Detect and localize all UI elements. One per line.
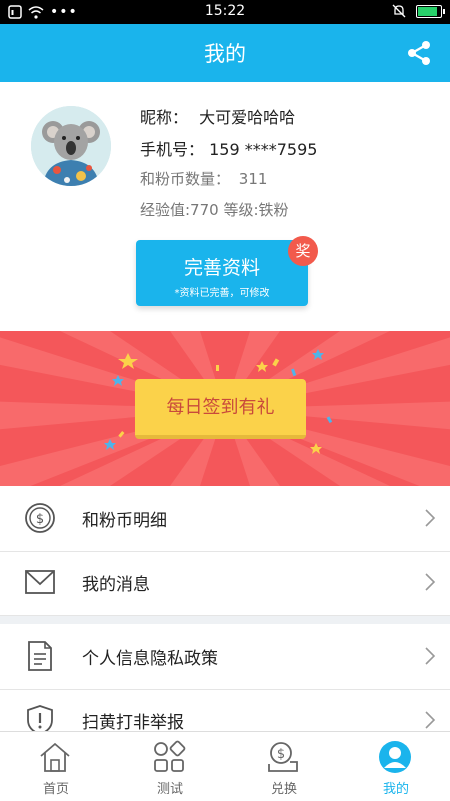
- status-right: [392, 4, 445, 18]
- home-icon: [40, 742, 70, 772]
- phone-row: 手机号： 159 ****7595: [140, 136, 317, 160]
- section-divider: [0, 616, 450, 624]
- page-title: 我的: [204, 42, 246, 66]
- chevron-right-icon: [425, 509, 436, 527]
- app-header: 我的: [0, 24, 450, 82]
- complete-profile-button[interactable]: 完善资料 *资料已完善，可修改: [136, 240, 308, 306]
- phone-label: 手机号：: [140, 140, 205, 159]
- phone-value: 159 ****7595: [209, 140, 318, 159]
- menu-label: 和粉币明细: [82, 511, 167, 531]
- status-bar: ••• 15:22: [0, 0, 450, 24]
- tab-test[interactable]: 测试: [114, 732, 226, 801]
- battery-fill: [418, 6, 438, 16]
- complete-profile-sublabel: *资料已完善，可修改: [174, 288, 270, 299]
- chevron-right-icon: [425, 573, 436, 591]
- koala-avatar-image: [31, 106, 111, 186]
- grid-icon: [154, 740, 186, 772]
- mail-icon: [25, 570, 55, 594]
- daily-signin-button[interactable]: 每日签到有礼: [135, 379, 306, 439]
- coins-label: 和粉币数量：: [140, 170, 231, 188]
- tab-home[interactable]: 首页: [0, 732, 112, 801]
- tab-label: 首页: [42, 782, 69, 797]
- menu-label: 扫黄打非举报: [82, 713, 184, 733]
- menu-label: 个人信息隐私政策: [82, 649, 218, 669]
- menu-label: 我的消息: [82, 575, 150, 595]
- signin-banner: 每日签到有礼: [0, 331, 450, 486]
- coins-row: 和粉币数量： 311: [140, 168, 267, 189]
- menu-item-my-messages[interactable]: 我的消息: [0, 550, 450, 616]
- bottom-tab-bar: 首页 测试 $ 兑换 我的: [0, 731, 450, 800]
- tab-label: 兑换: [270, 782, 297, 797]
- avatar[interactable]: [31, 106, 111, 186]
- tab-label: 测试: [156, 782, 183, 797]
- award-badge: 奖: [288, 236, 318, 266]
- coin-icon: $: [25, 503, 55, 533]
- share-icon[interactable]: [406, 40, 432, 66]
- coins-value: 311: [238, 170, 268, 188]
- nickname-value: 大可爱哈哈哈: [199, 108, 296, 127]
- nickname-label: 昵称：: [140, 108, 189, 127]
- tab-exchange[interactable]: $ 兑换: [228, 732, 340, 801]
- mute-icon: [392, 4, 406, 18]
- chevron-right-icon: [425, 647, 436, 665]
- menu-item-coin-details[interactable]: $ 和粉币明细: [0, 486, 450, 552]
- complete-profile-label: 完善资料: [183, 257, 260, 279]
- exp-level-row: 经验值:770 等级:铁粉: [140, 201, 289, 219]
- profile-card: 昵称： 大可爱哈哈哈 手机号： 159 ****7595 和粉币数量： 311 …: [0, 82, 450, 331]
- tab-mine[interactable]: 我的: [340, 732, 450, 801]
- nickname-row: 昵称： 大可爱哈哈哈: [140, 104, 295, 128]
- chevron-right-icon: [425, 711, 436, 729]
- user-icon: [379, 741, 411, 773]
- tab-label: 我的: [382, 782, 409, 797]
- svg-text:$: $: [36, 512, 44, 527]
- svg-text:$: $: [277, 747, 285, 762]
- status-time: 15:22: [204, 3, 246, 19]
- battery-icon: [416, 4, 445, 18]
- document-icon: [28, 641, 52, 671]
- exchange-icon: $: [268, 742, 298, 772]
- menu-item-privacy-policy[interactable]: 个人信息隐私政策: [0, 624, 450, 690]
